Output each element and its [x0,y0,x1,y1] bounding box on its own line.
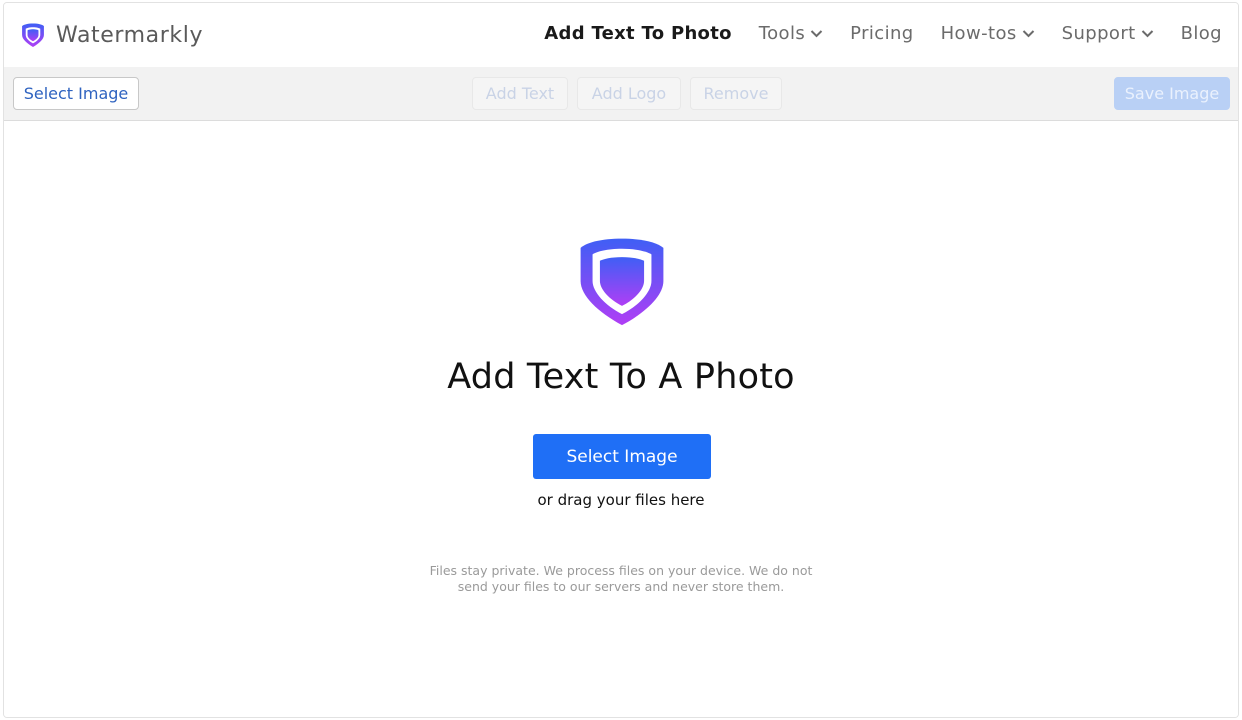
nav-label: How-tos [940,23,1017,44]
chevron-down-icon [1141,30,1153,38]
page-title: Add Text To A Photo [447,357,795,397]
nav-label: Tools [758,23,806,44]
app-window: Watermarkly Add Text To Photo Tools Pric… [3,2,1239,718]
nav-label: Add Text To Photo [544,23,732,44]
nav-add-text-to-photo[interactable]: Add Text To Photo [544,23,732,44]
chevron-down-icon [810,30,823,38]
nav-blog[interactable]: Blog [1181,23,1222,44]
drag-hint: or drag your files here [537,491,705,509]
nav-how-tos[interactable]: How-tos [941,23,1035,44]
privacy-line-2: send your files to our servers and never… [457,579,785,594]
nav-pricing[interactable]: Pricing [850,23,913,44]
toolbar-select-image-button[interactable]: Select Image [13,77,139,110]
nav-tools[interactable]: Tools [759,23,823,44]
main-nav: Add Text To Photo Tools Pricing How-tos … [517,23,1222,44]
privacy-line-1: Files stay private. We process files on … [429,563,813,578]
nav-support[interactable]: Support [1062,23,1154,44]
privacy-note: Files stay private. We process files on … [4,563,1238,595]
drop-zone[interactable]: Add Text To A Photo Select Image or drag… [4,121,1238,717]
nav-label: Pricing [850,23,914,44]
select-image-button[interactable]: Select Image [533,434,711,479]
remove-button[interactable]: Remove [690,77,782,110]
brand-name: Watermarkly [56,22,204,48]
shield-logo-icon [580,238,664,326]
shield-logo-icon [22,23,44,47]
save-image-button[interactable]: Save Image [1114,77,1230,110]
add-logo-button[interactable]: Add Logo [577,77,681,110]
site-header: Watermarkly Add Text To Photo Tools Pric… [4,3,1238,68]
nav-label: Blog [1180,23,1222,44]
nav-label: Support [1061,23,1136,44]
chevron-down-icon [1022,30,1034,38]
editor-toolbar: Select Image Add Text Add Logo Remove Sa… [4,67,1238,121]
brand-logo-link[interactable]: Watermarkly [20,22,203,48]
add-text-button[interactable]: Add Text [472,77,568,110]
